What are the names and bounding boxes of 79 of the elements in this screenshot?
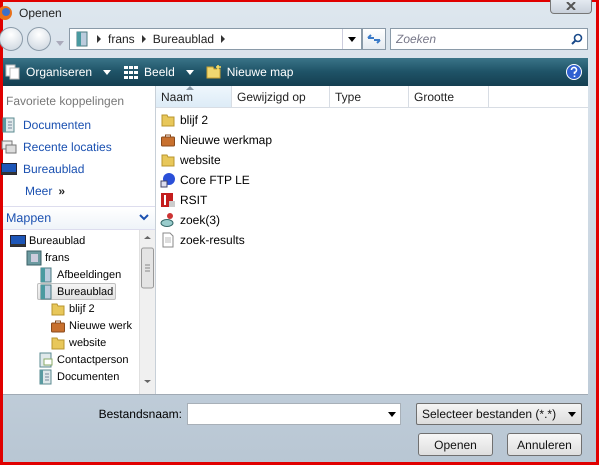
forward-button[interactable]	[27, 27, 51, 51]
chevron-right-icon	[96, 35, 102, 43]
chevron-right-icon	[220, 35, 226, 43]
library-icon	[38, 266, 54, 282]
user-folder-icon	[26, 250, 42, 266]
dropdown-arrow-icon	[388, 412, 396, 416]
folders-header[interactable]: Mappen	[3, 206, 155, 230]
documents-icon	[1, 117, 17, 133]
toolbar-button[interactable]: Beeld	[123, 62, 200, 82]
folder-icon	[50, 334, 66, 350]
column-header[interactable]: Grootte	[409, 86, 489, 107]
tree-item[interactable]: Nieuwe werk	[49, 317, 135, 334]
breadcrumb[interactable]: frans	[108, 32, 135, 46]
app-icon	[160, 172, 176, 188]
column-header[interactable]: Naam	[156, 86, 232, 107]
tree-item[interactable]: Contactperson	[37, 351, 132, 368]
file-item[interactable]: zoek(3)	[160, 210, 588, 230]
pages-icon	[5, 64, 21, 80]
field-label: Bestandsnaam:	[98, 407, 182, 421]
tree-item[interactable]: Afbeeldingen	[37, 266, 124, 283]
tree-item[interactable]: blijf 2	[49, 300, 98, 317]
toolbar-button[interactable]: Nieuwe map	[206, 62, 300, 82]
briefcase-icon	[160, 132, 176, 148]
close-icon	[565, 2, 577, 10]
tree-item[interactable]: Bureaublad	[37, 283, 116, 300]
program-icon	[160, 192, 176, 208]
favorite-link[interactable]: Recente locaties	[1, 136, 155, 158]
open-button[interactable]: Openen	[418, 433, 493, 456]
close-button[interactable]	[550, 0, 592, 14]
help-icon[interactable]	[566, 64, 582, 80]
toolbar-button[interactable]: Organiseren	[5, 62, 118, 82]
window-title: Openen	[19, 6, 62, 20]
section-heading: Favoriete koppelingen	[5, 93, 126, 110]
tree-item[interactable]: frans	[25, 249, 72, 266]
tree-item[interactable]: Documenten	[37, 368, 122, 385]
scrollbar[interactable]	[139, 230, 155, 394]
desktop-icon	[1, 161, 17, 177]
refresh-icon	[367, 34, 381, 44]
caret-icon	[56, 41, 64, 46]
folder-icon	[160, 112, 176, 128]
double-chevron[interactable]: »	[58, 184, 66, 198]
dropdown-arrow-icon	[348, 36, 356, 42]
document-icon	[160, 232, 176, 248]
chevron-down-icon	[139, 214, 149, 222]
favorite-link[interactable]: Bureaublad	[1, 158, 155, 180]
breadcrumb[interactable]: Bureaublad	[152, 32, 214, 46]
contacts-icon	[38, 352, 54, 368]
briefcase-icon	[50, 318, 66, 334]
chevron-right-icon	[140, 35, 147, 43]
library-icon	[38, 284, 54, 300]
recent-places-icon	[1, 139, 17, 155]
desktop-icon	[10, 232, 26, 248]
documents-icon	[38, 368, 54, 384]
file-type-dropdown[interactable]: Selecteer bestanden (*.*)	[416, 403, 582, 425]
file-item[interactable]: RSIT	[160, 190, 588, 210]
search-field[interactable]: Zoeken	[390, 28, 588, 50]
folder-icon	[160, 152, 176, 168]
globe-icon	[0, 5, 13, 21]
file-item[interactable]: Core FTP LE	[160, 170, 588, 190]
favorite-link[interactable]: Documenten	[1, 114, 155, 136]
dropdown-arrow-icon	[568, 412, 576, 416]
refresh-button[interactable]	[362, 28, 386, 50]
new-folder-icon	[206, 64, 222, 80]
file-item[interactable]: zoek-results	[160, 230, 588, 250]
tree-item[interactable]: Bureaublad	[9, 232, 88, 249]
column-header[interactable]: Gewijzigd op	[232, 86, 330, 107]
file-item[interactable]: blijf 2	[160, 110, 588, 130]
more-link[interactable]: Meer	[25, 184, 52, 198]
tree-item[interactable]: website	[49, 334, 110, 351]
back-button[interactable]	[0, 27, 23, 51]
column-header[interactable]: Type	[330, 86, 409, 107]
file-item[interactable]: website	[160, 150, 588, 170]
address-bar[interactable]: frans Bureaublad	[69, 28, 362, 50]
library-icon	[74, 31, 90, 47]
file-item[interactable]: Nieuwe werkmap	[160, 130, 588, 150]
filename-field[interactable]	[187, 403, 401, 425]
search-icon	[571, 33, 583, 45]
cancel-button[interactable]: Annuleren	[507, 433, 582, 456]
grid-icon	[123, 64, 140, 80]
